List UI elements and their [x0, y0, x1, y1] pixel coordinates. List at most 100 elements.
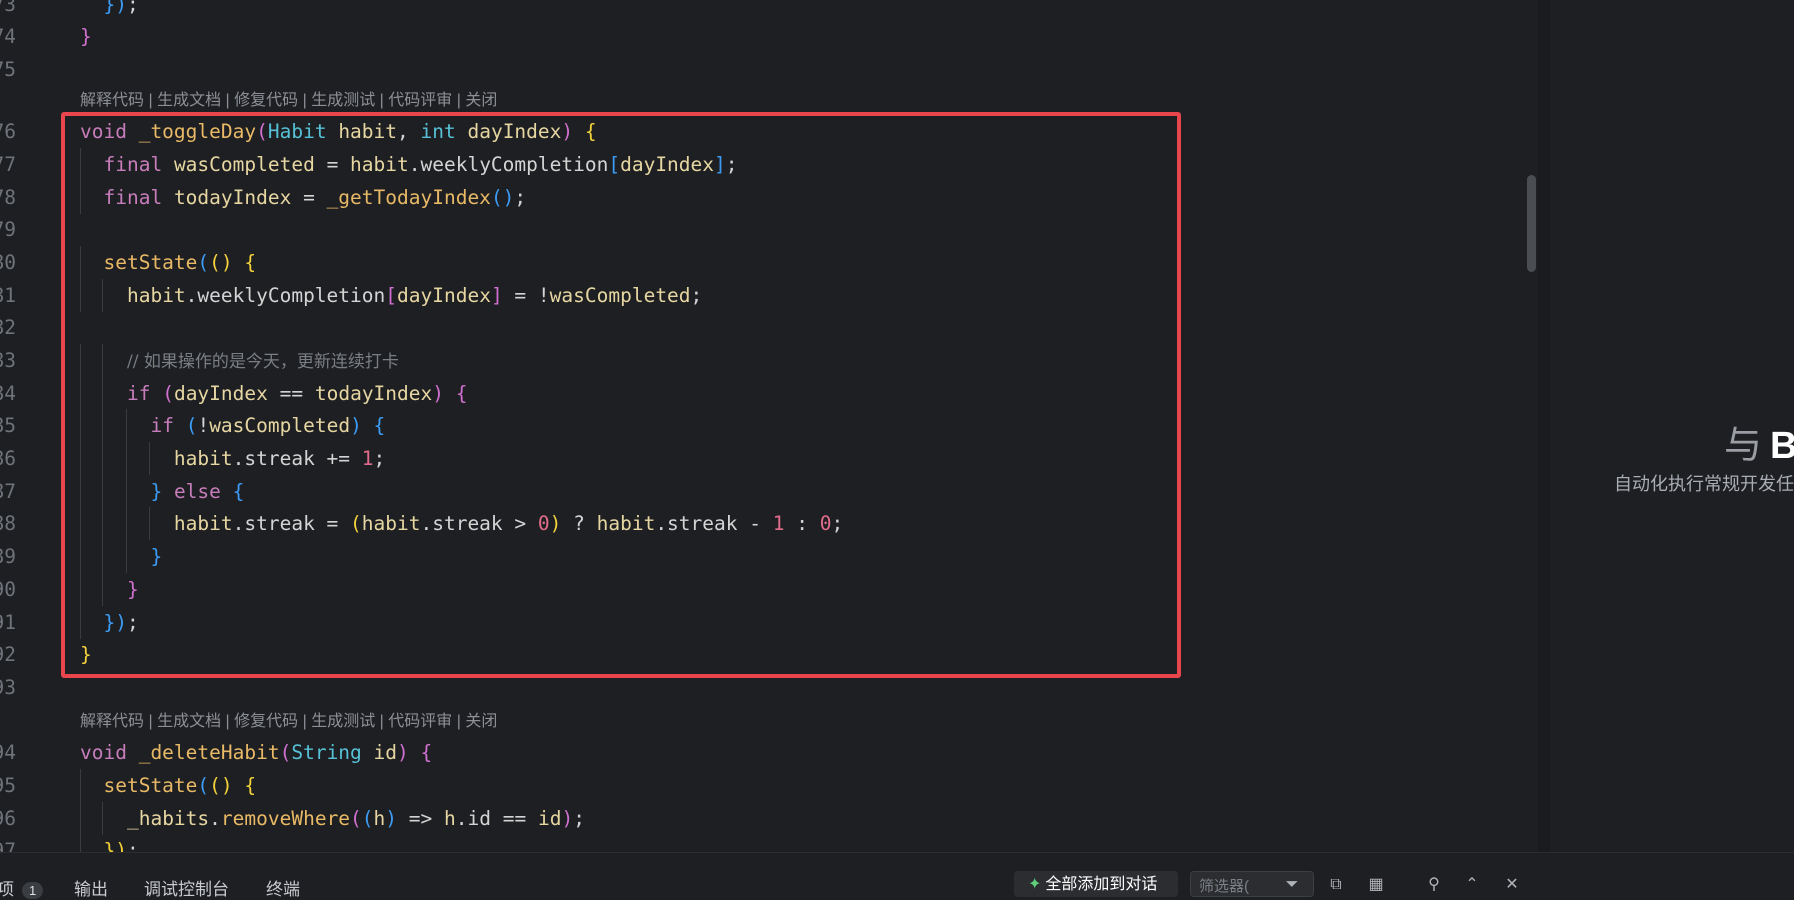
- line-number[interactable]: 76: [0, 115, 16, 148]
- code-line[interactable]: 88 habit.streak = (habit.streak > 0) ? h…: [0, 507, 1500, 540]
- editor-vertical-scrollbar[interactable]: [1524, 0, 1538, 852]
- code-line[interactable]: 89 }: [0, 540, 1500, 573]
- line-number[interactable]: 91: [0, 606, 16, 639]
- code-text[interactable]: }: [80, 20, 92, 53]
- code-text[interactable]: });: [80, 0, 138, 21]
- layout-icon[interactable]: ▦: [1366, 875, 1386, 895]
- code-token: ): [432, 382, 456, 405]
- code-text[interactable]: setState(() {: [80, 246, 256, 279]
- code-text[interactable]: if (!wasCompleted) {: [80, 409, 385, 442]
- code-lens-action[interactable]: 修复代码: [234, 92, 298, 109]
- code-line[interactable]: 84 if (dayIndex == todayIndex) {: [0, 377, 1500, 410]
- code-text[interactable]: setState(() {: [80, 769, 256, 802]
- code-line[interactable]: 87 } else {: [0, 475, 1500, 508]
- line-number[interactable]: 85: [0, 409, 16, 442]
- line-number[interactable]: 81: [0, 279, 16, 312]
- line-number[interactable]: 78: [0, 181, 16, 214]
- code-lens-action[interactable]: 生成测试: [311, 713, 375, 730]
- line-number[interactable]: 87: [0, 475, 16, 508]
- code-line[interactable]: 73 });: [0, 0, 1500, 21]
- code-text[interactable]: if (dayIndex == todayIndex) {: [80, 377, 468, 410]
- code-token: !: [197, 414, 210, 437]
- line-number[interactable]: 86: [0, 442, 16, 475]
- code-line[interactable]: 78 final todayIndex = _getTodayIndex();: [0, 181, 1500, 214]
- line-number[interactable]: 83: [0, 344, 16, 377]
- code-line[interactable]: 81 habit.weeklyCompletion[dayIndex] = !w…: [0, 279, 1500, 312]
- code-lens-action[interactable]: 修复代码: [234, 713, 298, 730]
- code-line[interactable]: 83 // 如果操作的是今天，更新连续打卡: [0, 344, 1500, 377]
- add-all-to-chat-button[interactable]: ✦ 全部添加到对话: [1014, 871, 1178, 897]
- code-lens-action[interactable]: 关闭: [465, 92, 497, 109]
- code-line[interactable]: 76 void _toggleDay(Habit habit, int dayIn…: [0, 115, 1500, 148]
- code-line[interactable]: 97 });: [0, 834, 1500, 852]
- code-text[interactable]: // 如果操作的是今天，更新连续打卡: [80, 344, 399, 379]
- line-number[interactable]: 84: [0, 377, 16, 410]
- code-line[interactable]: 75: [0, 53, 1500, 86]
- code-line[interactable]: 93: [0, 671, 1500, 704]
- code-line[interactable]: 94 void _deleteHabit(String id) {: [0, 736, 1500, 769]
- code-token: (: [279, 741, 292, 764]
- line-number[interactable]: 90: [0, 573, 16, 606]
- line-number[interactable]: 73: [0, 0, 16, 21]
- code-text[interactable]: void _toggleDay(Habit habit, int dayInde…: [80, 115, 597, 148]
- code-line[interactable]: 92}: [0, 638, 1500, 671]
- line-number[interactable]: 94: [0, 736, 16, 769]
- line-number[interactable]: 74: [0, 20, 16, 53]
- code-lens-action[interactable]: 生成文档: [157, 713, 221, 730]
- close-icon[interactable]: ✕: [1502, 875, 1522, 895]
- line-number[interactable]: 95: [0, 769, 16, 802]
- code-text[interactable]: habit.streak = (habit.streak > 0) ? habi…: [80, 507, 843, 540]
- code-lens-action[interactable]: 代码评审: [388, 713, 452, 730]
- code-line[interactable]: 91 });: [0, 606, 1500, 639]
- code-line[interactable]: 77 final wasCompleted = habit.weeklyComp…: [0, 148, 1500, 181]
- code-lens-action[interactable]: 关闭: [465, 713, 497, 730]
- code-text[interactable]: }: [80, 638, 92, 671]
- code-line[interactable]: 86 habit.streak += 1;: [0, 442, 1500, 475]
- code-editor[interactable]: 73 });74}7576void _toggleDay(Habit habit…: [0, 0, 1524, 852]
- editor-scrollbar-thumb[interactable]: [1527, 175, 1536, 272]
- code-text[interactable]: }: [80, 573, 139, 606]
- code-line[interactable]: 79: [0, 213, 1500, 246]
- code-text[interactable]: });: [80, 606, 138, 639]
- code-token: =: [326, 153, 351, 176]
- code-text[interactable]: final todayIndex = _getTodayIndex();: [80, 181, 526, 214]
- line-number[interactable]: 89: [0, 540, 16, 573]
- code-line[interactable]: 90 }: [0, 573, 1500, 606]
- line-number[interactable]: 79: [0, 213, 16, 246]
- line-number[interactable]: 92: [0, 638, 16, 671]
- line-number[interactable]: 75: [0, 53, 16, 86]
- code-text[interactable]: _habits.removeWhere((h) => h.id == id);: [80, 802, 585, 835]
- code-text[interactable]: void _deleteHabit(String id) {: [80, 736, 432, 769]
- filter-icon[interactable]: ⏷: [1282, 875, 1302, 895]
- code-text[interactable]: habit.streak += 1;: [80, 442, 385, 475]
- code-line[interactable]: 96 _habits.removeWhere((h) => h.id == id…: [0, 802, 1500, 835]
- line-number[interactable]: 93: [0, 671, 16, 704]
- code-line[interactable]: 82: [0, 311, 1500, 344]
- code-lens-action[interactable]: 解释代码: [80, 713, 144, 730]
- code-text[interactable]: final wasCompleted = habit.weeklyComplet…: [80, 148, 737, 181]
- line-number[interactable]: 96: [0, 802, 16, 835]
- code-text[interactable]: }: [80, 540, 162, 573]
- code-line[interactable]: 80 setState(() {: [0, 246, 1500, 279]
- code-lens-action[interactable]: 代码评审: [388, 92, 452, 109]
- chevron-up-icon[interactable]: ⌃: [1462, 875, 1482, 895]
- code-lens-action[interactable]: 生成文档: [157, 92, 221, 109]
- code-line[interactable]: 74}: [0, 20, 1500, 53]
- code-line[interactable]: 95 setState(() {: [0, 769, 1500, 802]
- line-number[interactable]: 97: [0, 834, 16, 852]
- code-line[interactable]: 85 if (!wasCompleted) {: [0, 409, 1500, 442]
- line-number[interactable]: 80: [0, 246, 16, 279]
- panel-divider[interactable]: [1538, 0, 1550, 852]
- line-number[interactable]: 77: [0, 148, 16, 181]
- copy-icon[interactable]: ⧉: [1326, 875, 1346, 895]
- code-text[interactable]: habit.weeklyCompletion[dayIndex] = !wasC…: [80, 279, 702, 312]
- line-number[interactable]: 88: [0, 507, 16, 540]
- code-lens-action[interactable]: 生成测试: [311, 92, 375, 109]
- code-text[interactable]: });: [80, 834, 138, 852]
- line-number[interactable]: 82: [0, 311, 16, 344]
- code-lens-action[interactable]: 解释代码: [80, 92, 144, 109]
- code-token: habit: [350, 153, 409, 176]
- code-text[interactable]: } else {: [80, 475, 244, 508]
- pin-icon[interactable]: ⚲: [1424, 875, 1444, 895]
